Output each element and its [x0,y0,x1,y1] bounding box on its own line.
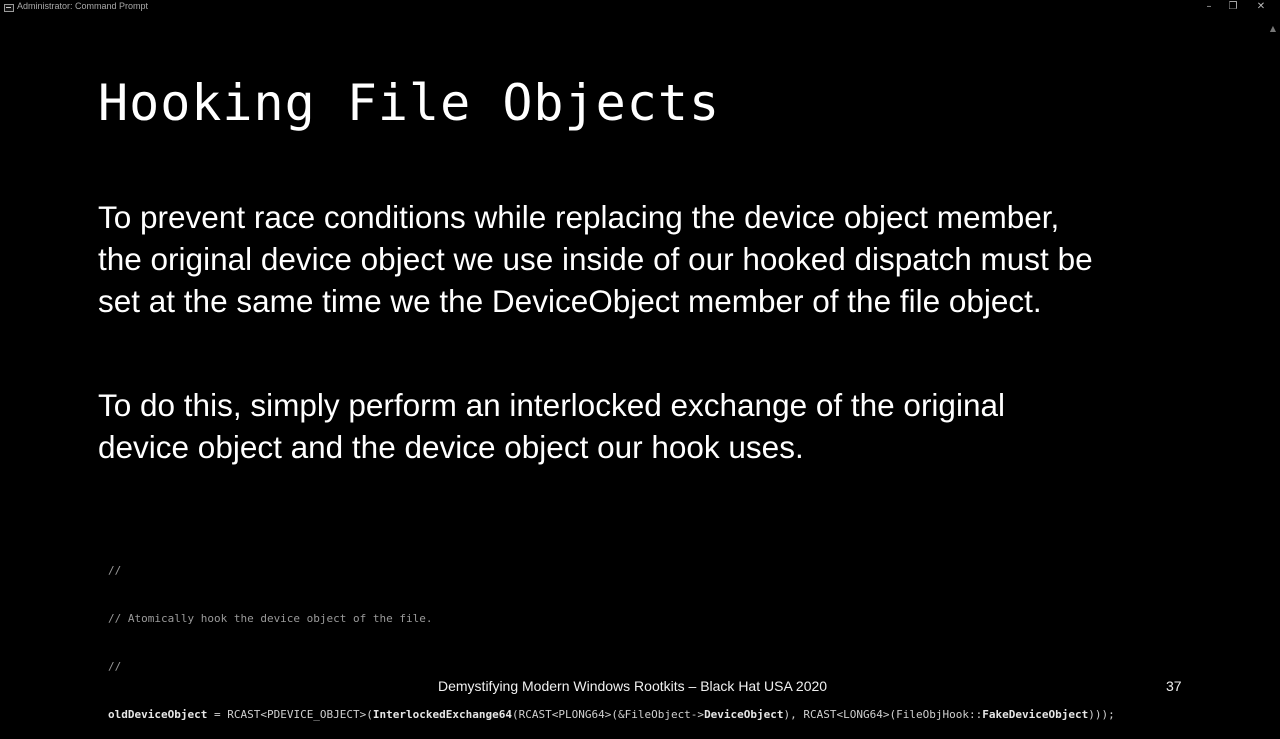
code-member: FakeDeviceObject [982,708,1089,721]
command-prompt-icon [4,4,14,12]
window-titlebar: Administrator: Command Prompt – ❐ ✕ [0,0,1280,16]
code-comment: // [108,564,122,577]
paragraph-race-conditions: To prevent race conditions while replaci… [98,196,1093,322]
paragraph-line: the original device object we use inside… [98,241,1093,277]
paragraph-line: set at the same time we the DeviceObject… [98,283,1042,319]
code-variable: oldDeviceObject [108,708,208,721]
code-statement: oldDeviceObject = RCAST<PDEVICE_OBJECT>(… [108,707,1115,723]
code-snippet: // // Atomically hook the device object … [108,531,1115,739]
slide-footer: Demystifying Modern Windows Rootkits – B… [438,678,828,694]
window-title: Administrator: Command Prompt [17,1,149,11]
slide-title: Hooking File Objects [98,74,721,132]
close-button[interactable]: ✕ [1250,0,1272,16]
code-cast: ), RCAST<LONG64>(FileObjHook:: [783,708,983,721]
code-function: InterlockedExchange64 [372,708,512,721]
code-comment: // Atomically hook the device object of … [108,612,433,625]
paragraph-line: To prevent race conditions while replaci… [98,199,1060,235]
code-comment: // [108,660,122,673]
code-operator: = [207,708,228,721]
code-end: ))); [1088,708,1115,721]
paragraph-line: To do this, simply perform an interlocke… [98,387,1005,423]
restore-button[interactable]: ❐ [1222,0,1244,16]
code-cast: RCAST<PDEVICE_OBJECT>( [227,708,373,721]
paragraph-line: device object and the device object our … [98,429,804,465]
scroll-up-arrow-icon[interactable]: ▲ [1268,24,1278,34]
code-cast: (RCAST<PLONG64>(&FileObject-> [512,708,705,721]
code-member: DeviceObject [704,708,784,721]
minimize-button[interactable]: – [1198,0,1220,16]
paragraph-interlocked-exchange: To do this, simply perform an interlocke… [98,384,1005,468]
page-number: 37 [1166,678,1182,694]
